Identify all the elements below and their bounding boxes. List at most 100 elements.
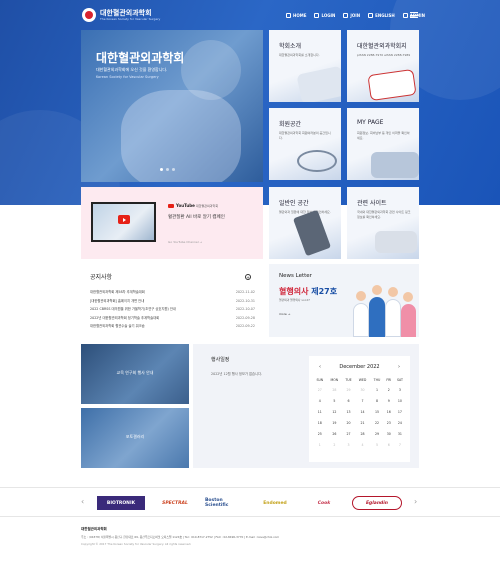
calendar-day[interactable]: 27 <box>342 428 355 439</box>
lock-icon <box>314 13 320 18</box>
calendar-day[interactable]: 3 <box>342 439 355 450</box>
partner-logo[interactable]: Boston Scientific <box>205 496 245 510</box>
nav-login[interactable]: LOGIN <box>314 13 335 18</box>
calendar-day[interactable]: 8 <box>370 395 384 406</box>
event-card-education[interactable]: 교육 연구회 행사 안내 <box>81 344 189 404</box>
newsletter-desc: 혈관외과 혈행의사 vol.27 <box>279 298 310 302</box>
journal-cover-image <box>367 68 417 102</box>
play-icon[interactable] <box>118 215 130 224</box>
calendar-day[interactable]: 23 <box>384 417 394 428</box>
nav-join[interactable]: JOIN <box>343 13 360 18</box>
nav-english[interactable]: ENGLISH <box>368 13 395 18</box>
calendar-day[interactable]: 17 <box>394 406 406 417</box>
calendar-day[interactable]: 10 <box>394 395 406 406</box>
youtube-channel-link[interactable]: Go YouTube Channel → <box>168 240 202 244</box>
logo-title: 대한혈관외과학회 <box>100 9 152 17</box>
home-icon <box>286 13 291 18</box>
tile-journal[interactable]: 대한혈관외과학회지 pISSN 2288-7970 eISSN 2288-798… <box>347 30 419 102</box>
calendar-day[interactable]: 29 <box>342 384 355 395</box>
newsletter-more-link[interactable]: more → <box>279 312 290 316</box>
calendar-day[interactable]: 4 <box>355 439 370 450</box>
calendar-day[interactable]: 24 <box>394 417 406 428</box>
calendar-day[interactable]: 25 <box>313 428 327 439</box>
slider-dot[interactable] <box>160 168 163 171</box>
calendar-day[interactable]: 31 <box>394 428 406 439</box>
calendar-day[interactable]: 11 <box>313 406 327 417</box>
calendar-day[interactable]: 5 <box>327 395 342 406</box>
calendar-weekday: SUN <box>316 378 324 382</box>
calendar-day[interactable]: 18 <box>313 417 327 428</box>
logo-emblem-icon <box>82 8 96 22</box>
calendar-day[interactable]: 12 <box>327 406 342 417</box>
calendar-day[interactable]: 6 <box>342 395 355 406</box>
calendar-day[interactable]: 9 <box>384 395 394 406</box>
calendar-grid: SUN MON TUE WED THU FRI SAT 27 28 29 30 … <box>313 376 406 450</box>
calendar-weekday: SAT <box>396 378 403 382</box>
calendar-day[interactable]: 2 <box>327 439 342 450</box>
calendar-day[interactable]: 1 <box>313 439 327 450</box>
notice-item[interactable]: 2022년 대한혈관외과학회 정기학술 추계학술대회 2022-09-28 <box>90 314 255 323</box>
calendar-day[interactable]: 22 <box>370 417 384 428</box>
calendar-day[interactable]: 16 <box>384 406 394 417</box>
newsletter-heading: News Letter <box>279 273 312 279</box>
partner-logo[interactable]: SPECTRAL <box>153 496 197 510</box>
chevron-left-icon[interactable]: ‹ <box>81 497 84 506</box>
partner-logo[interactable]: Endomed <box>253 496 297 510</box>
calendar-day[interactable]: 1 <box>370 384 384 395</box>
calendar-day[interactable]: 21 <box>355 417 370 428</box>
calendar-day[interactable]: 29 <box>370 428 384 439</box>
calendar-day[interactable]: 6 <box>384 439 394 450</box>
hamburger-menu-icon[interactable] <box>410 12 418 18</box>
hero-subtitle: 대한혈관외과학회에 오신 것을 환영합니다. <box>96 67 168 72</box>
footer-name: 대한혈관외과학회 <box>81 527 107 531</box>
calendar-day[interactable]: 7 <box>394 439 406 450</box>
tile-about[interactable]: 학회소개 대한혈관외과학회를 소개합니다. <box>269 30 341 102</box>
youtube-title: 혈관질환 All 바로 알기 캠페인 <box>168 215 225 220</box>
nav-home[interactable]: HOME <box>286 13 306 18</box>
calendar-day[interactable]: 30 <box>384 428 394 439</box>
tile-title: MY PAGE <box>357 119 384 126</box>
calendar-day[interactable]: 28 <box>327 384 342 395</box>
event-card-gallery[interactable]: 포토갤러리 <box>81 408 189 468</box>
notice-item[interactable]: 2022 CBRSS 대의원을 위한 가을학기(초연구 상호지원) 안내 2022… <box>90 305 255 314</box>
tile-members[interactable]: 회원공간 대한혈관외과학회 회원여러분의 공간입니다. <box>269 108 341 180</box>
partner-logo[interactable]: BIOTRONIK <box>97 496 145 510</box>
calendar-day[interactable]: 20 <box>342 417 355 428</box>
tile-mypage[interactable]: MY PAGE 회원정보, 회비납부 등 개인 이력을 확인하세요. <box>347 108 419 180</box>
stethoscope-image <box>297 150 337 172</box>
calendar-day[interactable]: 15 <box>370 406 384 417</box>
tile-public[interactable]: 일반인 공간 혈관외과 질환에 대한 정보를 확인하세요. <box>269 187 341 259</box>
slider-dot[interactable] <box>166 168 169 171</box>
logo-subtitle: The Korean Society for Vascular Surgery <box>100 17 161 21</box>
calendar-day[interactable]: 7 <box>355 395 370 406</box>
event-card-label: 포토갤러리 <box>125 434 145 439</box>
calendar-day[interactable]: 27 <box>313 384 327 395</box>
calendar-day[interactable]: 4 <box>313 395 327 406</box>
hero-image <box>121 90 241 182</box>
video-thumbnail[interactable] <box>91 202 156 242</box>
calendar-day[interactable]: 2 <box>384 384 394 395</box>
calendar-day[interactable]: 30 <box>355 384 370 395</box>
calendar-day[interactable]: 26 <box>327 428 342 439</box>
chevron-right-icon[interactable]: › <box>398 364 400 370</box>
plus-icon[interactable]: + <box>245 274 251 280</box>
notice-item[interactable]: 대한혈관외과학회 제58차 추계학술대회 2022-11-02 <box>90 288 255 297</box>
calendar-day[interactable]: 13 <box>342 406 355 417</box>
calendar-day[interactable]: 19 <box>327 417 342 428</box>
tile-title: 일반인 공간 <box>279 200 309 207</box>
partner-logo[interactable]: Cook <box>305 496 343 510</box>
notice-item[interactable]: [대한혈관외과학회] 홈페이지 개편 안내 2022-10-31 <box>90 297 255 306</box>
tile-related-sites[interactable]: 관련 사이트 국내외 대한혈관외과학회 관련 사이트 링크 정보를 확인하세요. <box>347 187 419 259</box>
calendar-day[interactable]: 14 <box>355 406 370 417</box>
partner-logo[interactable]: Eglandin <box>352 496 402 510</box>
calendar-day[interactable]: 3 <box>394 384 406 395</box>
site-logo[interactable]: 대한혈관외과학회 The Korean Society for Vascular… <box>82 8 160 22</box>
slider-dot[interactable] <box>172 168 175 171</box>
calendar-day[interactable]: 28 <box>355 428 370 439</box>
calendar-weekday: MON <box>330 378 339 382</box>
chevron-right-icon[interactable]: › <box>414 497 417 506</box>
notice-item[interactable]: 대한혈관외과학회 혈관수술 술기 워크숍 2022-09-22 <box>90 322 255 331</box>
hero-slider[interactable]: 대한혈관외과학회 대한혈관외과학회에 오신 것을 환영합니다. Korean S… <box>81 30 263 182</box>
newsletter-card[interactable]: News Letter 혈행의사 제27호 혈관외과 혈행의사 vol.27 m… <box>269 264 419 337</box>
calendar-day[interactable]: 5 <box>370 439 384 450</box>
